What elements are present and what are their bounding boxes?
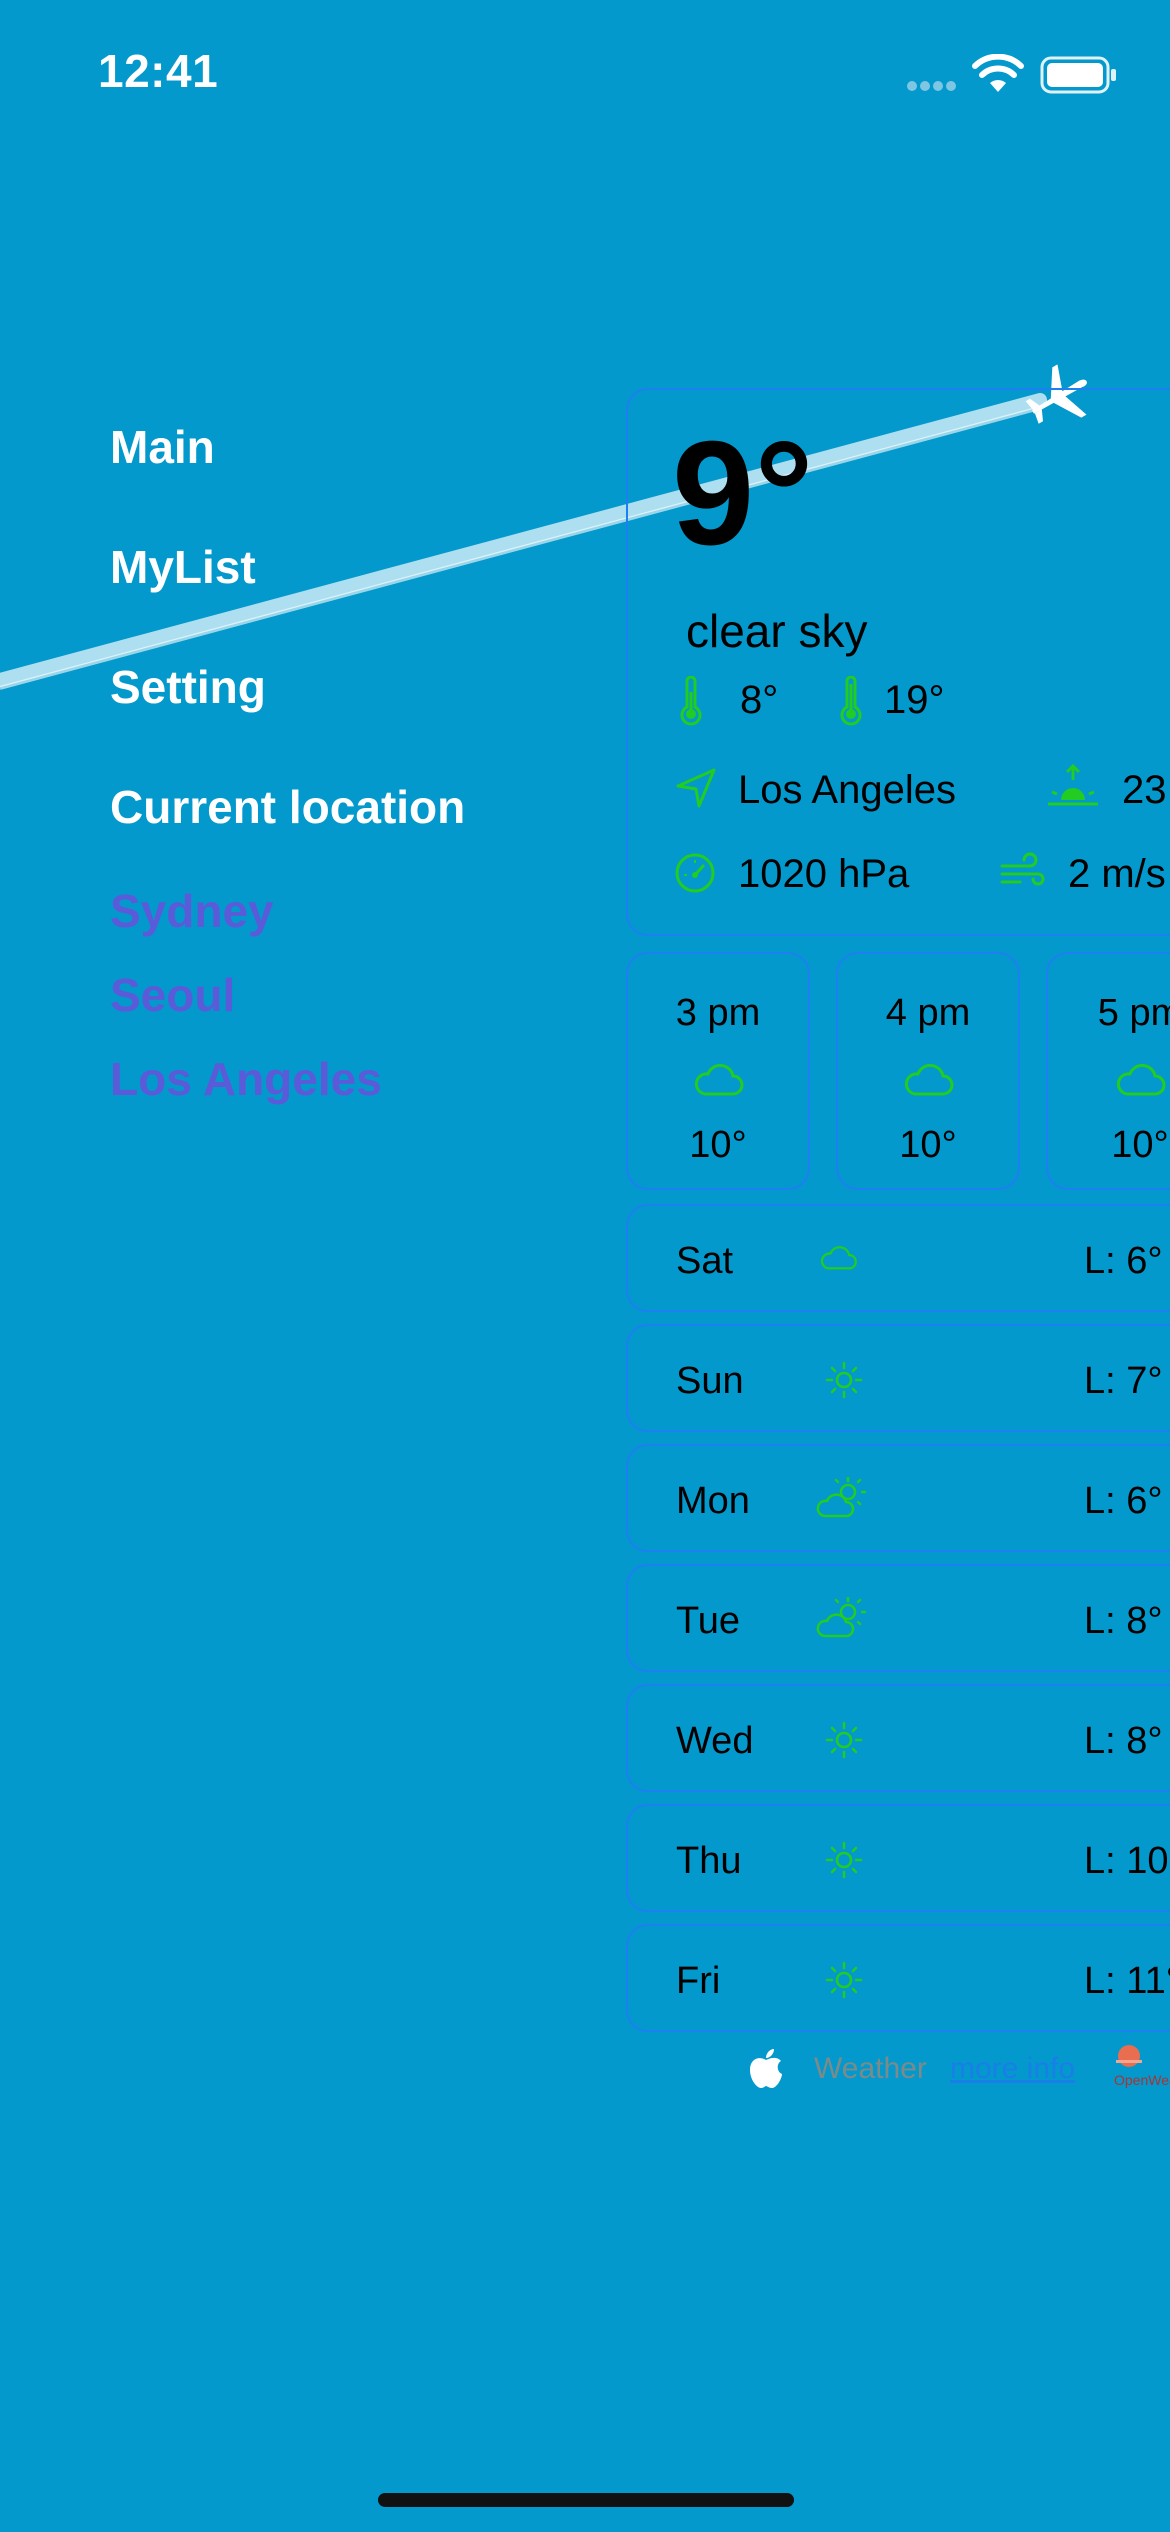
pressure-gauge-icon — [675, 853, 715, 893]
sunrise-time: 23 — [1122, 768, 1167, 812]
hourly-card[interactable]: 3 pm 10° — [626, 952, 810, 1190]
wind-value: 2 m/s — [1068, 852, 1166, 896]
daily-row[interactable]: Thu L: 10° — [626, 1804, 1170, 1912]
daily-row[interactable]: Sat L: 6° — [626, 1204, 1170, 1312]
location-name: Los Angeles — [738, 768, 956, 812]
daily-row[interactable]: Wed L: 8° — [626, 1684, 1170, 1792]
menu-item-current-location[interactable]: Current location — [110, 780, 465, 834]
status-time: 12:41 — [98, 45, 219, 97]
day-name: Wed — [676, 1720, 754, 1762]
sunrise-icon — [1048, 763, 1098, 806]
more-info-link[interactable]: more info — [950, 2052, 1075, 2086]
day-name: Tue — [676, 1600, 741, 1642]
daily-row[interactable]: Mon L: 6° — [626, 1444, 1170, 1552]
hour-temp: 10° — [899, 1124, 957, 1166]
hour-temp: 10° — [1111, 1124, 1169, 1166]
thermometer-high-icon — [840, 676, 862, 726]
daily-row[interactable]: Tue L: 8° — [626, 1564, 1170, 1672]
day-low-temp: L: 6° — [1084, 1480, 1163, 1522]
pressure-value: 1020 hPa — [738, 852, 910, 896]
daily-row[interactable]: Fri L: 11° — [626, 1924, 1170, 2032]
sun-icon — [825, 1841, 863, 1879]
hourly-card[interactable]: 4 pm 10° — [836, 952, 1020, 1190]
weather-attribution-label: Weather — [814, 2052, 927, 2085]
hour-time: 4 pm — [885, 992, 971, 1034]
hour-time: 5 pm — [1097, 992, 1170, 1034]
home-indicator[interactable] — [378, 2493, 794, 2507]
day-name: Sun — [676, 1360, 744, 1402]
cellular-signal-icon — [907, 81, 956, 91]
location-arrow-icon — [676, 768, 716, 808]
thermometer-low-icon — [680, 676, 702, 726]
openweather-label: OpenWeather — [1114, 2072, 1170, 2088]
city-item-seoul[interactable]: Seoul — [110, 968, 235, 1022]
day-name: Sat — [676, 1240, 734, 1282]
menu-item-mylist[interactable]: MyList — [110, 540, 256, 594]
hour-time: 3 pm — [675, 992, 761, 1034]
partly-sunny-icon — [816, 1476, 867, 1518]
partly-sunny-icon — [816, 1596, 867, 1638]
wifi-icon — [972, 54, 1024, 92]
day-low-temp: L: 6° — [1084, 1240, 1163, 1282]
cloud-icon — [694, 1063, 744, 1096]
menu-item-setting[interactable]: Setting — [110, 660, 266, 714]
menu-item-main[interactable]: Main — [110, 420, 215, 474]
apple-logo-icon — [750, 2049, 782, 2088]
wind-icon — [1000, 852, 1045, 886]
cloud-icon — [820, 1246, 857, 1270]
sun-icon — [825, 1721, 863, 1759]
day-name: Fri — [676, 1960, 721, 2002]
cloud-icon — [1116, 1063, 1166, 1096]
day-low-temp: L: 8° — [1084, 1720, 1163, 1762]
openweather-logo-icon[interactable] — [1114, 2044, 1144, 2072]
day-low-temp: L: 8° — [1084, 1600, 1163, 1642]
hour-temp: 10° — [689, 1124, 747, 1166]
sun-icon — [825, 1961, 863, 1999]
weather-condition: clear sky — [686, 605, 868, 657]
current-temperature: 9° — [672, 411, 814, 576]
day-name: Mon — [676, 1480, 750, 1522]
battery-icon — [1040, 56, 1116, 94]
day-low-temp: L: 10° — [1084, 1840, 1170, 1882]
day-low-temp: L: 11° — [1084, 1960, 1170, 2002]
day-low-temp: L: 7° — [1084, 1360, 1163, 1402]
temp-max-value: 19° — [884, 678, 945, 722]
sun-icon — [825, 1361, 863, 1399]
city-item-sydney[interactable]: Sydney — [110, 884, 274, 938]
hourly-card[interactable]: 5 pm 10° — [1046, 952, 1170, 1190]
temp-min-value: 8° — [740, 678, 779, 722]
daily-row[interactable]: Sun L: 7° — [626, 1324, 1170, 1432]
cloud-icon — [904, 1063, 954, 1096]
day-name: Thu — [676, 1840, 742, 1882]
city-item-los-angeles[interactable]: Los Angeles — [110, 1052, 382, 1106]
